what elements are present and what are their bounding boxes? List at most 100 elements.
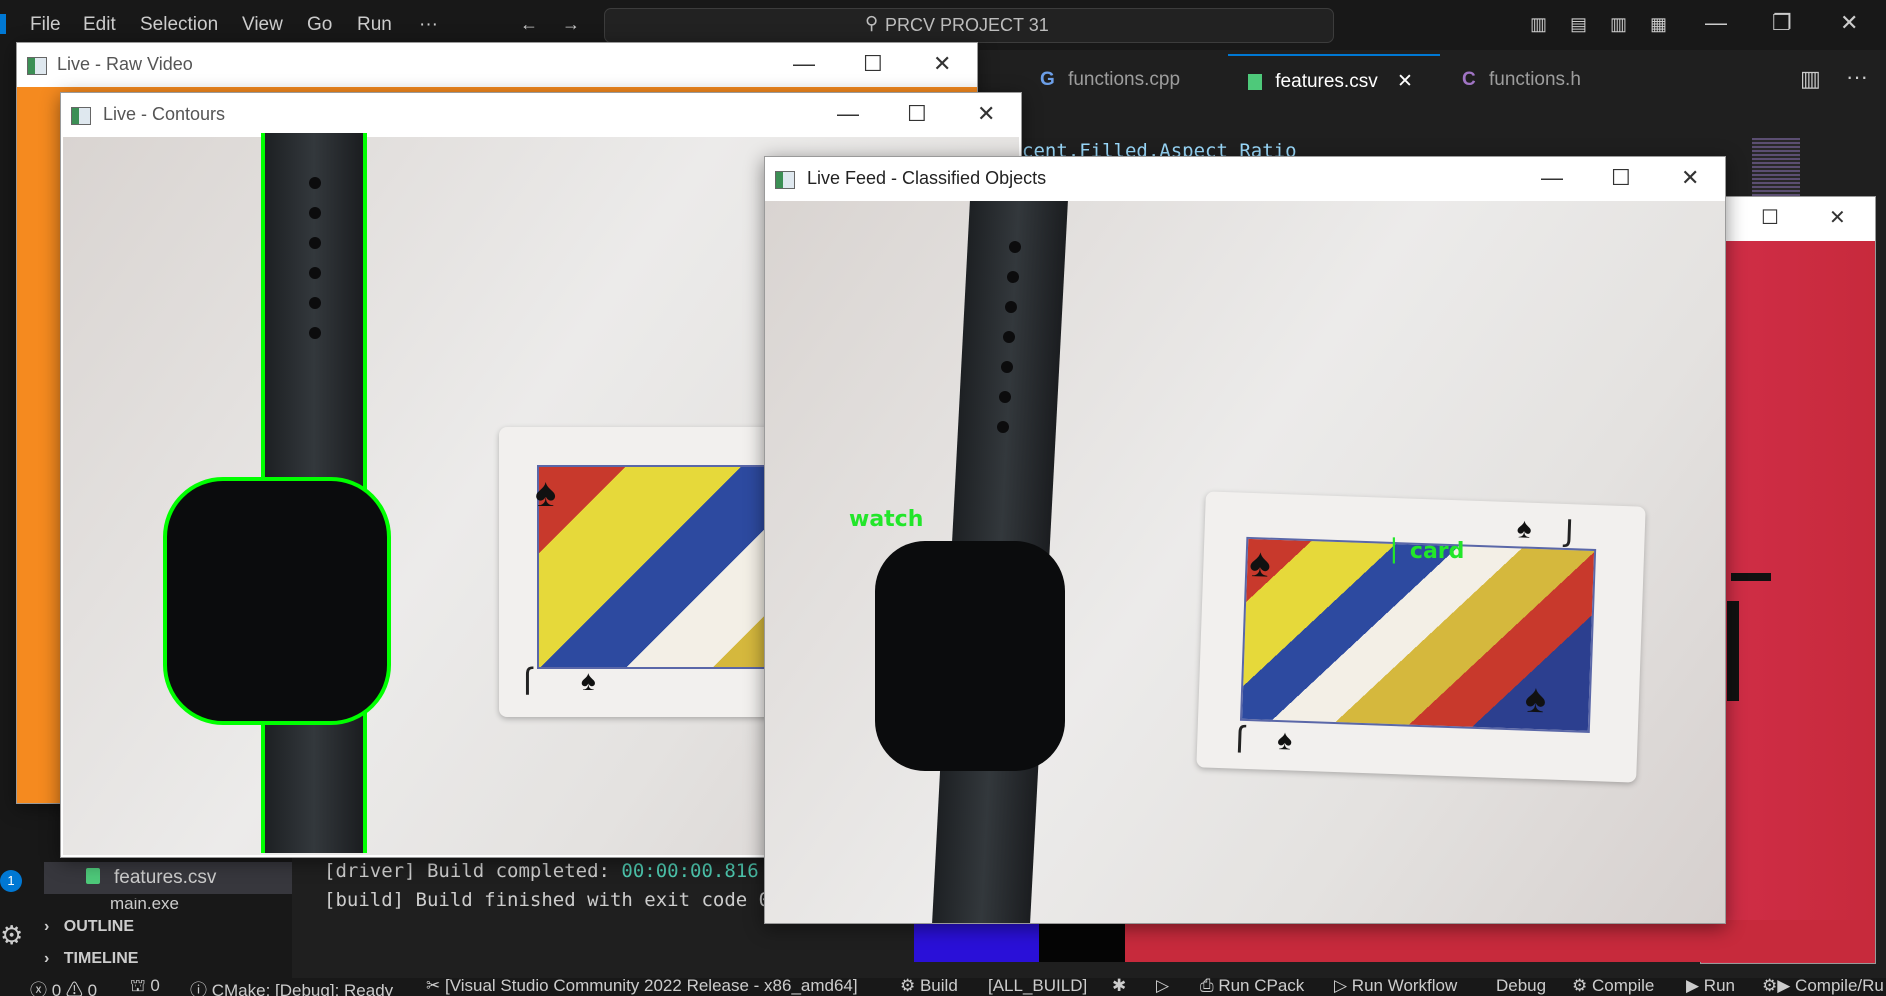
app-icon [27, 57, 47, 75]
spade-icon: ♠ [1524, 676, 1547, 722]
close-icon[interactable]: ✕ [933, 51, 951, 77]
minimize-icon[interactable]: — [793, 51, 815, 77]
command-center[interactable]: ⚲ PRCV PROJECT 31 [604, 8, 1334, 43]
restore-icon[interactable]: ❐ [1772, 10, 1792, 36]
tab-functions-h[interactable]: C functions.h [1440, 54, 1620, 106]
terminal-line: [build] Build finished with exit code 0 [324, 889, 771, 911]
window-titlebar[interactable]: Live - Contours — ☐ ✕ [61, 93, 1021, 137]
maximize-icon[interactable]: ☐ [907, 101, 927, 127]
build-target[interactable]: [ALL_BUILD] [988, 978, 1087, 996]
tab-label: functions.cpp [1068, 69, 1181, 90]
card-rank: J [1564, 513, 1575, 550]
close-icon[interactable]: ✕ [1829, 205, 1846, 230]
close-icon[interactable]: ✕ [1840, 10, 1858, 36]
split-editor-icon[interactable]: ▥ [1800, 66, 1821, 92]
ports-status[interactable]: ⛫ 0 [130, 978, 160, 996]
minimize-icon[interactable]: — [837, 101, 859, 127]
compile-button[interactable]: ⚙ Compile [1572, 978, 1654, 996]
compile-run-button[interactable]: ⚙▶ Compile/Ru [1762, 978, 1884, 996]
tab-features-csv[interactable]: features.csv ✕ [1228, 54, 1440, 108]
region-map-bottom [914, 920, 1874, 962]
menu-file[interactable]: File [30, 14, 61, 36]
kit-label: [Visual Studio Community 2022 Release - … [444, 978, 858, 995]
spade-icon: ♠ [1276, 724, 1293, 756]
run-button[interactable]: ▶ Run [1686, 978, 1735, 996]
play-icon[interactable]: ▷ [1156, 978, 1169, 996]
timeline-section[interactable]: › TIMELINE [44, 950, 138, 968]
minimize-icon[interactable]: — [1541, 165, 1563, 191]
spade-icon: ♠ [581, 665, 596, 696]
toggle-sidebar-icon[interactable]: ▥ [1530, 14, 1552, 34]
black-marker [1727, 601, 1739, 701]
warning-count: 0 [87, 981, 98, 996]
spade-icon: ♠ [535, 471, 557, 515]
strap-hole [309, 207, 321, 219]
minimize-icon[interactable]: — [1705, 10, 1727, 36]
close-icon[interactable]: ✕ [1681, 165, 1699, 191]
build-button[interactable]: ⚙ Build [900, 978, 958, 996]
classified-frame: watch ♠ ♠ ♠ ♠ J J ▏card [765, 201, 1725, 923]
menu-edit[interactable]: Edit [83, 14, 116, 36]
terminal-text: [driver] Build completed: [324, 860, 622, 882]
vscode-logo [0, 14, 6, 34]
strap-hole [309, 237, 321, 249]
window-titlebar[interactable]: Live Feed - Classified Objects — ☐ ✕ [765, 157, 1725, 201]
more-actions-icon[interactable]: ··· [1846, 64, 1868, 90]
spade-icon: ♠ [1516, 512, 1533, 544]
outline-section[interactable]: › OUTLINE [44, 918, 134, 936]
cmake-status[interactable]: ⓘ CMake: [Debug]: Ready [190, 978, 393, 996]
toggle-secondary-sidebar-icon[interactable]: ▥ [1610, 14, 1632, 34]
sidebar-item-features-csv[interactable]: features.csv [44, 862, 292, 894]
maximize-icon[interactable]: ☐ [1761, 205, 1779, 230]
ports-count: 0 [150, 978, 160, 995]
menu-go[interactable]: Go [307, 14, 332, 36]
compile-run-label: Compile/Ru [1795, 978, 1884, 995]
tab-close-icon[interactable]: ✕ [1397, 71, 1413, 92]
strap-hole [309, 267, 321, 279]
strap-hole [309, 327, 321, 339]
watch-label: watch [849, 507, 924, 532]
sidebar-item-partial[interactable]: main.exe [90, 898, 210, 910]
spade-icon: ♠ [1248, 540, 1272, 586]
accounts-badge[interactable]: 1 [0, 870, 22, 892]
toggle-panel-icon[interactable]: ▤ [1570, 14, 1592, 34]
maximize-icon[interactable]: ☐ [1611, 165, 1631, 191]
kit-status[interactable]: ✂ [Visual Studio Community 2022 Release … [426, 978, 858, 996]
debug-bug-icon[interactable]: ✱ [1112, 978, 1126, 996]
back-arrow-icon[interactable]: ← [520, 14, 542, 34]
menu-view[interactable]: View [242, 14, 283, 36]
black-marker [1731, 573, 1771, 581]
debug-button[interactable]: Debug [1496, 978, 1546, 996]
menu-run[interactable]: Run [357, 14, 392, 36]
workflow-button[interactable]: ▷ Run Workflow [1334, 978, 1457, 996]
window-title: Live - Contours [103, 104, 226, 124]
classification-window-back: ☐ ✕ [1700, 196, 1876, 964]
card-label-text: card [1409, 539, 1465, 564]
region-map-image [1701, 241, 1875, 963]
build-label: Build [919, 978, 958, 995]
maximize-icon[interactable]: ☐ [863, 51, 883, 77]
close-icon[interactable]: ✕ [977, 101, 995, 127]
badge-count: 1 [7, 873, 15, 888]
search-icon: ⚲ [865, 13, 879, 33]
workspace-title: PRCV PROJECT 31 [885, 15, 1049, 35]
section-label: OUTLINE [63, 918, 134, 935]
app-icon [775, 171, 795, 189]
window-titlebar[interactable]: Live - Raw Video — ☐ ✕ [17, 43, 977, 87]
tab-functions-cpp[interactable]: G functions.cpp [1040, 54, 1220, 106]
problems-status[interactable]: ⓧ 0 ⚠ 0 [30, 978, 97, 996]
window-title: Live - Raw Video [57, 54, 193, 74]
forward-arrow-icon[interactable]: → [562, 14, 584, 34]
settings-gear-icon[interactable]: ⚙ [0, 920, 23, 951]
customize-layout-icon[interactable]: ▦ [1650, 14, 1672, 34]
strap-hole [1005, 301, 1017, 313]
minimap[interactable] [1752, 138, 1800, 198]
strap-hole [309, 177, 321, 189]
terminal-line: [driver] Build completed: 00:00:00.816 [324, 860, 759, 882]
status-bar: ⓧ 0 ⚠ 0 ⛫ 0 ⓘ CMake: [Debug]: Ready ✂ [V… [0, 978, 1886, 996]
menu-more[interactable]: ··· [419, 14, 438, 36]
csv-file-icon [86, 868, 100, 884]
chevron-right-icon: › [44, 918, 50, 935]
cpack-button[interactable]: ⎙ Run CPack [1200, 978, 1304, 996]
menu-selection[interactable]: Selection [140, 14, 218, 36]
